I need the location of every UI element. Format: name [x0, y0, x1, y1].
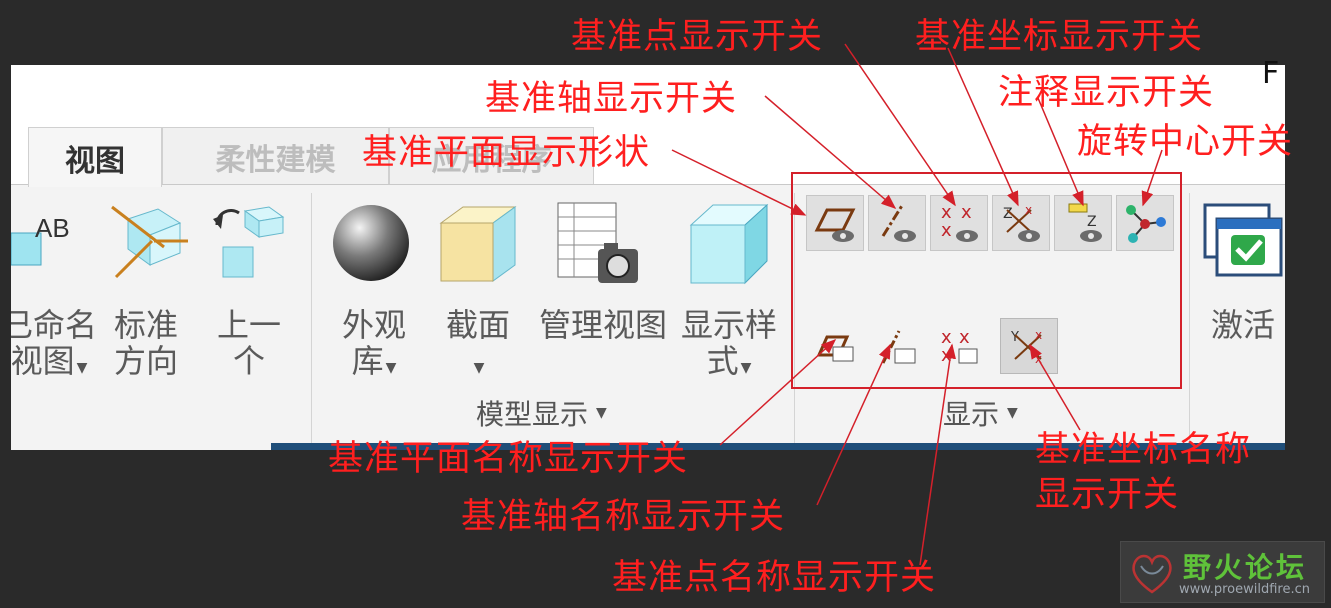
annotation-point-tag: 基准点名称显示开关 — [612, 558, 937, 598]
display-style-cube-icon — [689, 203, 769, 285]
section-label: 截面 — [445, 306, 510, 344]
standard-orientation-label-1: 标准 — [113, 306, 178, 344]
appearance-library-button[interactable]: 外观库 ▼ — [329, 195, 419, 385]
chevron-down-icon: ▼ — [1007, 405, 1018, 421]
section-icon — [439, 206, 517, 282]
display-style-label-1: 显示样 — [680, 306, 777, 344]
display-style-button[interactable]: 显示样式 ▼ — [679, 195, 779, 385]
appearance-library-label-2: 库 — [351, 342, 384, 380]
named-views-label-1: 已命名 — [11, 306, 97, 344]
manage-views-icon — [557, 202, 638, 283]
chevron-down-icon: ▼ — [385, 360, 397, 376]
named-views-button[interactable]: AB 已命名 视图 ▼ — [11, 195, 101, 385]
annotation-csys-tag-line1: 基准坐标名称 — [1035, 430, 1252, 470]
annotation-plane-display: 基准平面显示形状 — [362, 133, 651, 173]
annotation-csys-display: 基准坐标显示开关 — [915, 17, 1204, 57]
activate-label: 激活 — [1210, 306, 1275, 344]
annotation-axis-display: 基准轴显示开关 — [485, 79, 738, 119]
previous-view-button[interactable]: 上一个 — [209, 195, 299, 385]
model-display-group-text: 模型显示 — [476, 398, 589, 431]
chevron-down-icon: ▼ — [76, 360, 88, 376]
section-button[interactable]: 截面 ▼ — [431, 195, 521, 385]
annotation-csys-tag-line2: 显示开关 — [1035, 475, 1180, 515]
watermark-title: 野火论坛 — [1183, 551, 1308, 584]
annotation-point-display: 基准点显示开关 — [571, 17, 824, 57]
annotation-plane-tag: 基准平面名称显示开关 — [328, 439, 689, 479]
manage-views-label: 管理视图 — [538, 306, 667, 344]
activate-button[interactable]: 激活 — [1201, 195, 1285, 385]
chevron-down-icon: ▼ — [473, 360, 485, 376]
display-style-label-2: 式 — [706, 342, 739, 380]
named-view-icon: AB — [11, 213, 70, 266]
window-corner-text: F — [1262, 56, 1280, 91]
previous-label-2: 个 — [232, 342, 265, 380]
chevron-down-icon: ▼ — [596, 405, 607, 421]
standard-orientation-button[interactable]: 标准 方向 — [106, 195, 196, 385]
svg-text:AB: AB — [35, 213, 70, 243]
named-views-label-2: 视图 — [11, 342, 75, 380]
group-separator — [311, 193, 312, 443]
previous-label-1: 上一 — [216, 306, 281, 344]
display-group-label[interactable]: 显示 ▼ — [943, 393, 1018, 433]
appearance-sphere-icon — [333, 205, 409, 281]
annotation-axis-tag: 基准轴名称显示开关 — [461, 497, 786, 537]
watermark-url: www.proewildfire.cn — [1179, 582, 1310, 597]
activate-check-icon — [1203, 203, 1283, 277]
forum-watermark: 野火论坛 www.proewildfire.cn — [1120, 541, 1325, 603]
tab-view[interactable]: 视图 — [28, 127, 162, 187]
annotation-annotation-display: 注释显示开关 — [998, 73, 1215, 113]
annotation-spin-center: 旋转中心开关 — [1077, 122, 1294, 162]
appearance-library-label-1: 外观 — [341, 306, 406, 344]
display-group-highlight — [791, 172, 1182, 389]
chevron-down-icon: ▼ — [740, 360, 752, 376]
display-group-text: 显示 — [943, 398, 1000, 431]
group-separator — [1189, 193, 1190, 443]
heart-logo-icon — [1132, 554, 1172, 594]
previous-view-icon — [213, 206, 285, 278]
manage-views-button[interactable]: 管理视图 — [538, 195, 668, 385]
tab-flexible-modeling[interactable]: 柔性建模 — [162, 127, 389, 185]
standard-orientation-icon — [111, 205, 188, 279]
standard-orientation-label-2: 方向 — [113, 342, 178, 380]
model-display-group-label[interactable]: 模型显示 ▼ — [476, 393, 607, 433]
